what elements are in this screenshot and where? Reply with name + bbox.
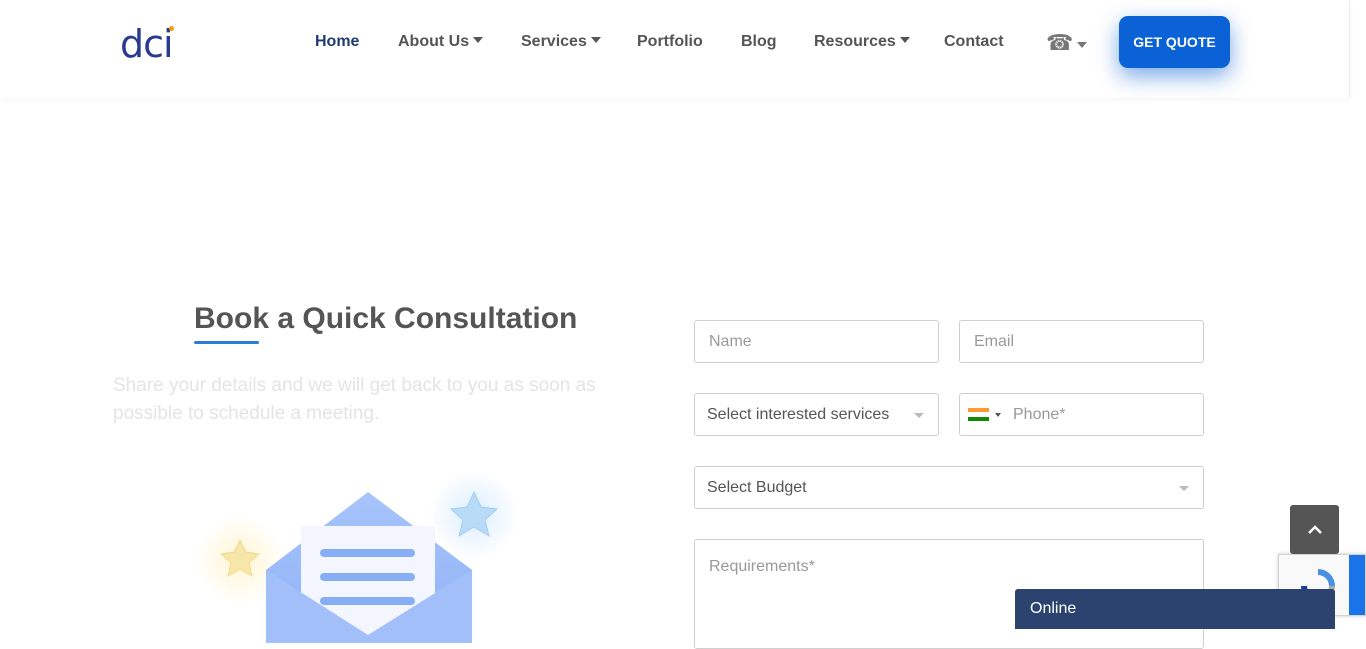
- chevron-down-icon: [914, 412, 924, 418]
- nav-services[interactable]: Services: [521, 33, 601, 51]
- services-select[interactable]: Select interested services: [694, 393, 939, 436]
- nav-about-us[interactable]: About Us: [398, 33, 484, 51]
- section-description: Share your details and we will get back …: [113, 375, 596, 424]
- logo-text: dc: [120, 22, 164, 66]
- name-field[interactable]: Name: [694, 320, 939, 363]
- nav-resources[interactable]: Resources: [814, 33, 910, 51]
- nav-contact[interactable]: Contact: [944, 33, 1004, 51]
- caret-down-icon: [995, 412, 1001, 417]
- india-flag-icon[interactable]: [968, 407, 989, 422]
- phone-icon: ☎: [1046, 30, 1074, 55]
- logo-i: i: [163, 22, 174, 66]
- phone-field[interactable]: Phone*: [959, 393, 1204, 436]
- nav-portfolio[interactable]: Portfolio: [637, 33, 703, 51]
- get-quote-button[interactable]: GET QUOTE: [1119, 16, 1230, 68]
- phone-dropdown[interactable]: ☎: [1046, 30, 1088, 56]
- nav-home[interactable]: Home: [315, 33, 359, 51]
- chat-status: Online: [1030, 600, 1077, 617]
- chevron-up-icon: [1307, 524, 1322, 534]
- budget-select[interactable]: Select Budget: [694, 466, 1204, 509]
- section-title: Book a Quick Consultation: [194, 302, 578, 335]
- nav-blog[interactable]: Blog: [741, 33, 777, 51]
- site-header: dci Home About Us Services Portfolio Blo…: [0, 0, 1350, 98]
- logo[interactable]: dci: [120, 22, 174, 66]
- chat-widget-bar[interactable]: Online: [1015, 589, 1335, 629]
- caret-down-icon: [1077, 42, 1088, 48]
- envelope-illustration: [180, 470, 540, 643]
- email-field[interactable]: Email: [959, 320, 1204, 363]
- caret-down-icon: [899, 37, 910, 43]
- caret-down-icon: [590, 37, 601, 43]
- chevron-down-icon: [1179, 485, 1189, 491]
- title-underline: [194, 341, 259, 344]
- caret-down-icon: [473, 37, 484, 43]
- recaptcha-tab: [1349, 555, 1365, 615]
- back-to-top-button[interactable]: [1290, 505, 1339, 554]
